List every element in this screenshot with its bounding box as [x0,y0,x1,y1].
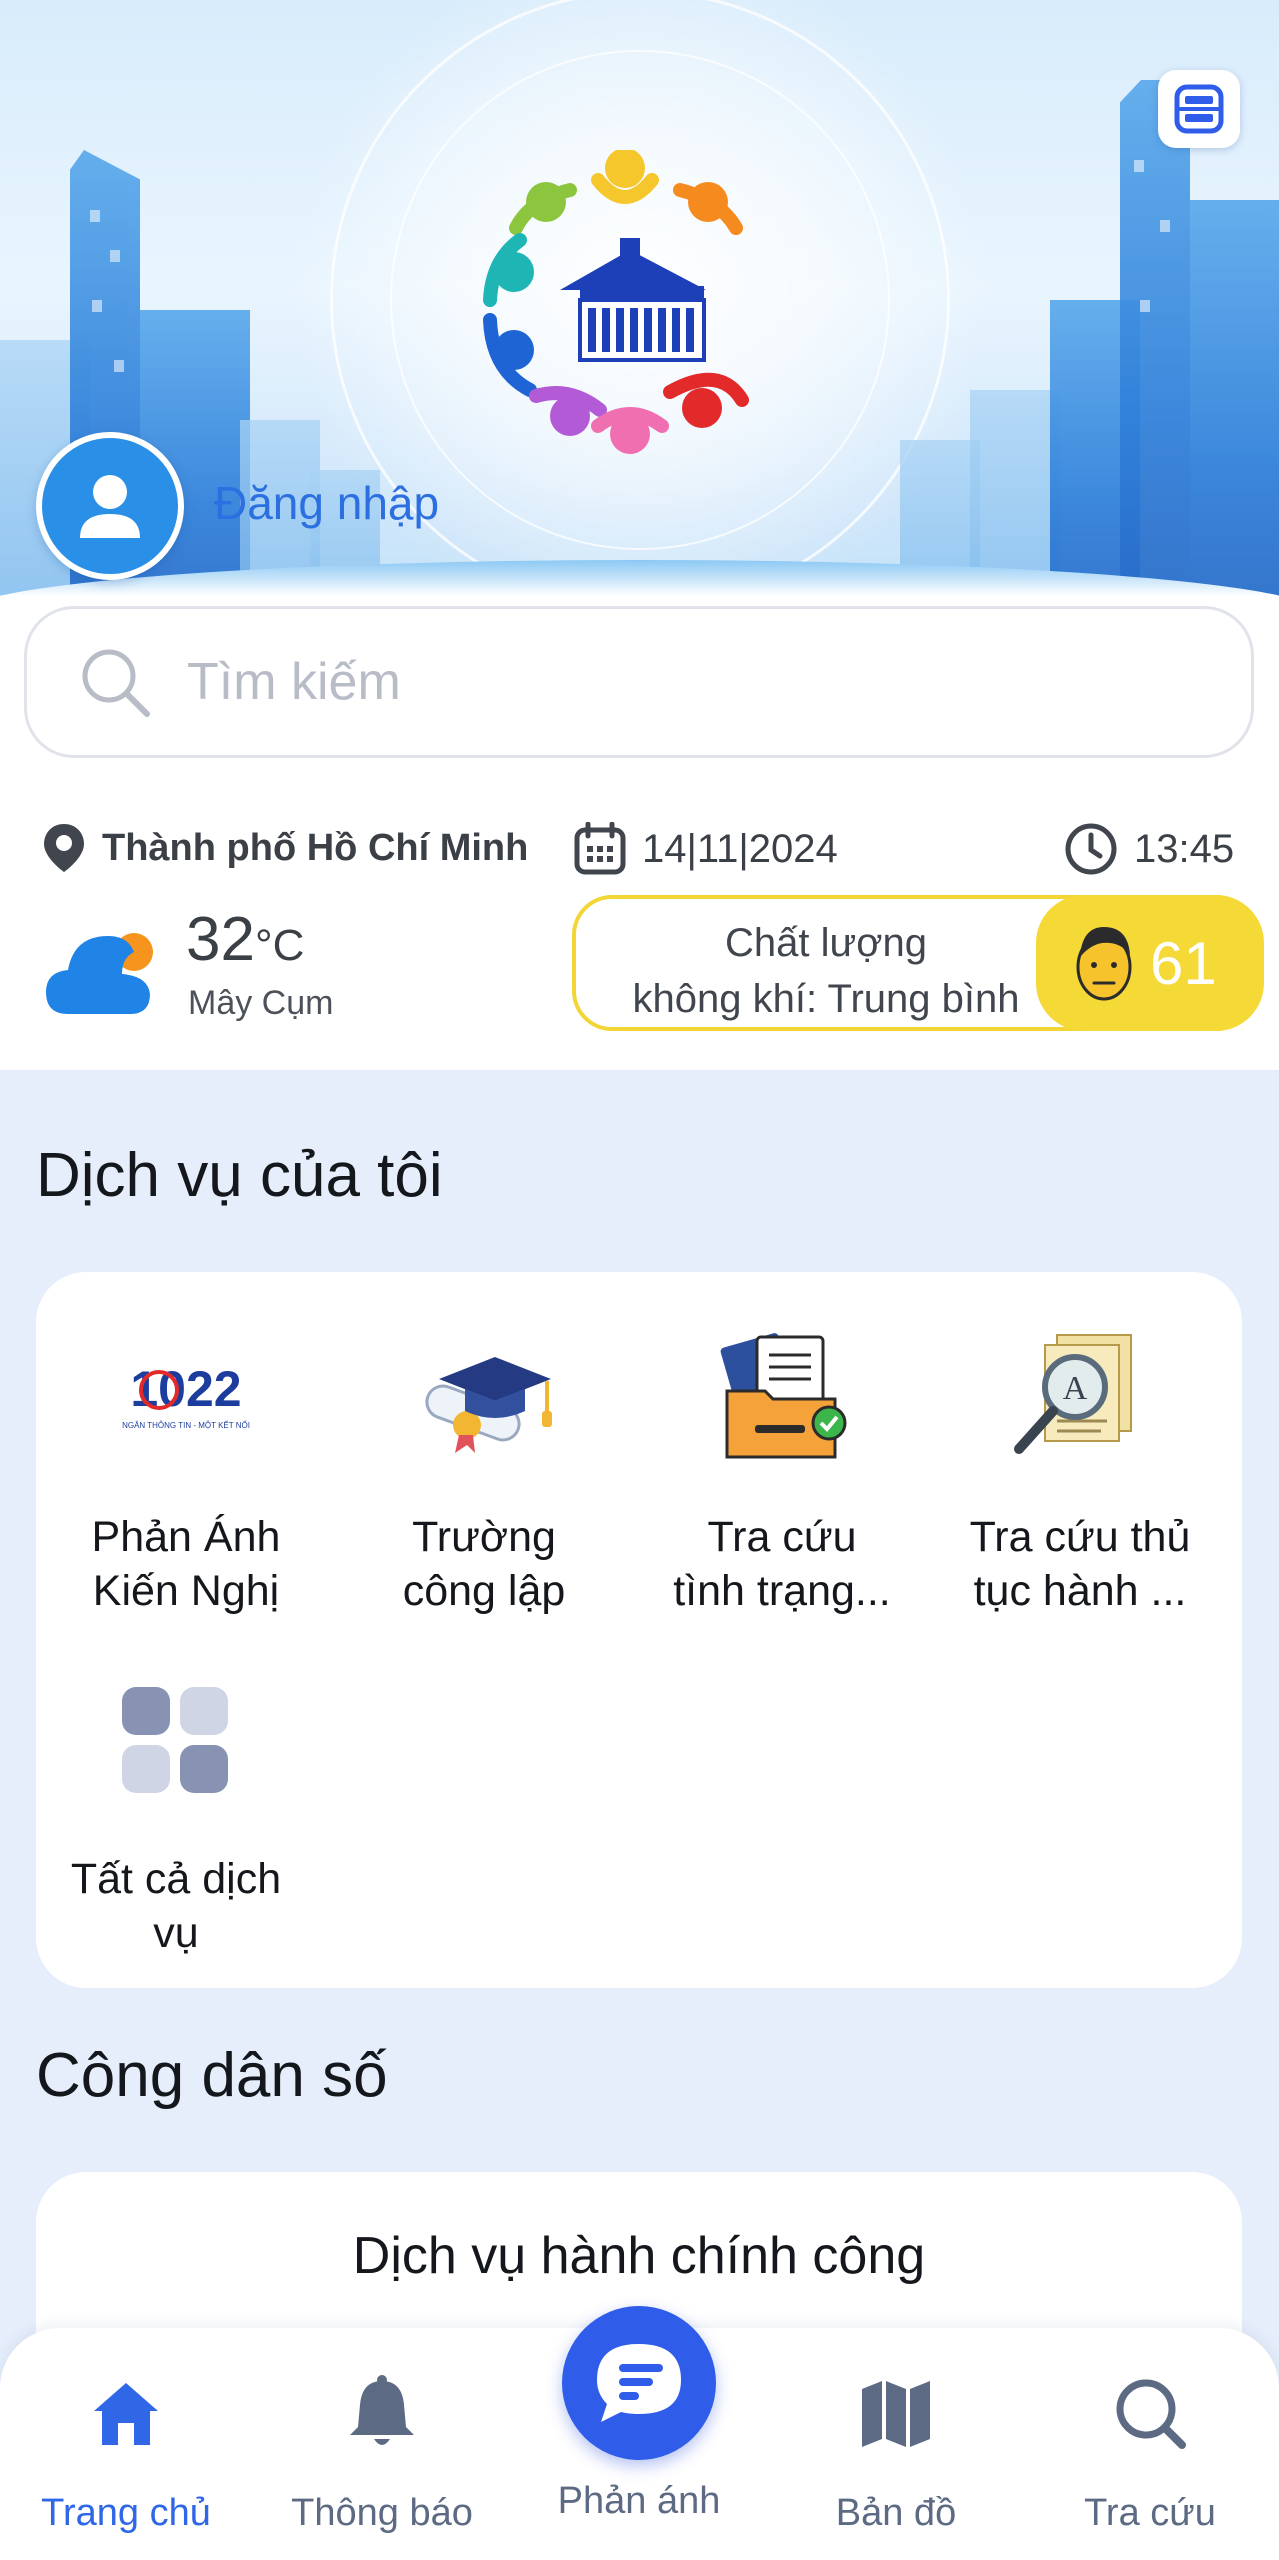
nav-label: Thông báo [291,2492,473,2534]
date-text: 14|11|2024 [642,826,838,871]
login-link[interactable]: Đăng nhập [214,476,439,530]
chat-icon [597,2344,681,2422]
svg-text:A: A [1063,1370,1088,1407]
building [1120,80,1190,640]
home-icon [94,2383,158,2445]
service-status-lookup[interactable]: Tra cứu tình trạng... [632,1324,932,1618]
air-quality-line2: không khí: Trung bình [632,977,1020,1021]
scan-icon [1174,84,1224,134]
user-icon [80,475,140,538]
time-text: 13:45 [1134,826,1235,871]
svg-text:NGÂN THÔNG TIN - MỘT KẾT NỐI: NGÂN THÔNG TIN - MỘT KẾT NỐI [122,1420,250,1430]
location: Thành phố Hồ Chí Minh [40,822,528,874]
location-pin-icon [44,824,84,872]
magnifier-document-icon: A [930,1324,1230,1474]
building [1190,200,1279,640]
graduation-cap-icon [334,1324,634,1474]
air-quality-text: Chất lượng không khí: Trung bình [596,915,1056,1027]
temperature-value: 32 [186,905,255,974]
nav-label: Tra cứu [1084,2492,1216,2534]
section-title-digital-citizen: Công dân số [36,2041,388,2110]
temperature: 32°C [186,904,304,975]
date: 14|11|2024 [574,822,838,876]
service-label: Tra cứu thủ tục hành ... [969,1513,1191,1615]
feedback-fab-button[interactable] [562,2306,716,2460]
bell-icon [350,2375,414,2445]
search-icon [1116,2379,1186,2449]
svg-text:1022: 1022 [130,1361,241,1417]
section-title-my-services: Dịch vụ của tôi [36,1141,443,1210]
nav-notifications[interactable]: Thông báo [262,2368,502,2535]
avatar[interactable] [36,432,184,580]
service-label: Tất cả dịch vụ [70,1855,282,1957]
folder-documents-icon [632,1324,932,1474]
nav-home[interactable]: Trang chủ [6,2368,246,2535]
scan-button[interactable] [1158,70,1240,148]
aqi-badge: 61 [1036,895,1264,1031]
air-quality-line1: Chất lượng [725,921,927,965]
weather-condition: Mây Cụm [188,984,334,1022]
air-quality-card[interactable]: Chất lượng không khí: Trung bình 61 [572,895,1264,1031]
header-banner: Đăng nhập [0,0,1279,640]
service-procedure-lookup[interactable]: A Tra cứu thủ tục hành ... [930,1324,1230,1618]
aqi-value: 61 [1150,929,1217,997]
search-input[interactable]: Tìm kiếm [24,606,1254,758]
nav-label: Trang chủ [41,2492,211,2534]
service-public-school[interactable]: Trường công lập [334,1324,634,1618]
hotline-1022-icon: 1022 NGÂN THÔNG TIN - MỘT KẾT NỐI [36,1324,336,1474]
temperature-unit: °C [254,921,305,970]
nav-feedback-label[interactable]: Phản ánh [519,2480,759,2523]
service-label: Tra cứu tình trạng... [673,1513,891,1615]
public-service-title: Dịch vụ hành chính công [352,2227,926,2285]
search-icon [82,649,150,717]
nav-label: Bản đồ [835,2492,957,2534]
grid-apps-icon [26,1666,326,1816]
time: 13:45 [1064,822,1234,876]
nav-map[interactable]: Bản đồ [776,2368,1016,2535]
calendar-icon [574,822,626,875]
clock-icon [1065,823,1117,875]
city-logo [483,150,749,454]
nav-search[interactable]: Tra cứu [1030,2368,1270,2535]
cloudy-sun-icon [46,928,158,1014]
search-placeholder: Tìm kiếm [187,653,401,711]
location-text: Thành phố Hồ Chí Minh [102,826,529,869]
my-services-card: 1022 NGÂN THÔNG TIN - MỘT KẾT NỐI Phản Á… [36,1272,1242,1988]
service-label: Phản Ánh Kiến Nghị [91,1513,281,1615]
service-label: Trường công lập [402,1513,566,1615]
face-icon [1076,927,1132,1001]
service-all-services[interactable]: Tất cả dịch vụ [26,1666,326,1960]
service-feedback[interactable]: 1022 NGÂN THÔNG TIN - MỘT KẾT NỐI Phản Á… [36,1324,336,1618]
map-icon [862,2381,930,2447]
